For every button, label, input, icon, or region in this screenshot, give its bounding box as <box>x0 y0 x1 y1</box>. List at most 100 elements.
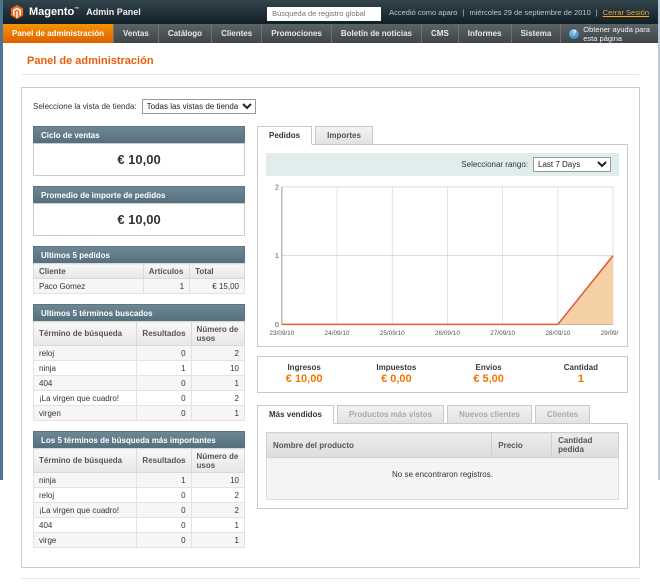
user-info: Accedió como aparo | miércoles 29 de sep… <box>389 8 651 17</box>
svg-text:26/09/10: 26/09/10 <box>435 330 460 337</box>
orders-chart: 01223/09/1024/09/1025/09/1026/09/1027/09… <box>266 182 619 338</box>
store-view-row: Seleccione la vista de tienda: Todas las… <box>33 99 628 114</box>
last-orders-box: Ultimos 5 pedidos Cliente Artículos Tota… <box>33 246 245 294</box>
stat-revenue: Ingresos € 10,00 <box>258 363 350 385</box>
total-cell: € 15,00 <box>190 279 245 294</box>
search-term-row[interactable]: virgen 0 1 <box>34 406 245 421</box>
results-cell: 0 <box>137 503 191 518</box>
main-nav: Panel de administración Ventas Catálogo … <box>3 24 658 43</box>
nav-item-sales[interactable]: Ventas <box>114 24 159 43</box>
orders-chart-wrap: 01223/09/1024/09/1025/09/1026/09/1027/09… <box>266 182 619 338</box>
term-cell: virge <box>34 533 137 548</box>
svg-text:27/09/10: 27/09/10 <box>490 330 515 337</box>
results-cell: 0 <box>137 406 191 421</box>
search-term-row[interactable]: reloj 0 2 <box>34 488 245 503</box>
uses-cell: 10 <box>191 361 244 376</box>
tab-orders[interactable]: Pedidos <box>257 126 312 145</box>
separator: | <box>462 8 464 17</box>
svg-text:1: 1 <box>275 253 279 260</box>
table-header-row: Término de búsqueda Resultados Número de… <box>34 322 245 346</box>
svg-text:28/09/10: 28/09/10 <box>545 330 570 337</box>
box-title: Ciclo de ventas <box>33 126 245 143</box>
empty-message: No se encontraron registros. <box>267 458 619 500</box>
page-title: Panel de administración <box>27 55 658 67</box>
tab-bestsellers[interactable]: Más vendidos <box>257 405 334 424</box>
table-header-row: Término de búsqueda Resultados Número de… <box>34 449 245 473</box>
search-term-row[interactable]: ninja 1 10 <box>34 473 245 488</box>
col-uses: Número de usos <box>191 449 244 473</box>
col-items: Artículos <box>143 264 189 279</box>
box-title: Ultimos 5 términos buscados <box>33 304 245 321</box>
uses-cell: 1 <box>191 518 244 533</box>
tab-amounts[interactable]: Importes <box>315 126 373 145</box>
brand-name: Magento™ <box>29 6 79 18</box>
term-cell: ninja <box>34 473 137 488</box>
nav-item-system[interactable]: Sistema <box>512 24 562 43</box>
average-orders-box: Promedio de importe de pedidos € 10,00 <box>33 186 245 236</box>
col-results: Resultados <box>137 449 191 473</box>
col-term: Término de búsqueda <box>34 322 137 346</box>
average-orders-value: € 10,00 <box>33 203 245 236</box>
global-search-input[interactable] <box>267 7 381 21</box>
term-cell: 404 <box>34 376 137 391</box>
svg-text:25/09/10: 25/09/10 <box>380 330 405 337</box>
store-view-select[interactable]: Todas las vistas de tienda <box>142 99 256 114</box>
nav-item-cms[interactable]: CMS <box>422 24 459 43</box>
col-qty-ordered: Cantidad pedida <box>552 433 619 458</box>
box-title: Los 5 términos de búsqueda más important… <box>33 431 245 448</box>
stat-label: Impuestos <box>350 363 442 372</box>
browser-window: Magento™ Admin Panel Accedió como aparo … <box>0 0 660 480</box>
nav-item-dashboard[interactable]: Panel de administración <box>3 24 114 43</box>
range-select[interactable]: Last 7 Days <box>533 157 611 172</box>
tab-most-viewed[interactable]: Productos más vistos <box>337 405 444 424</box>
term-cell: ¡La virgen que cuadro! <box>34 391 137 406</box>
customer-cell: Paco Gomez <box>34 279 144 294</box>
stat-value: € 5,00 <box>443 373 535 385</box>
stat-label: Envios <box>443 363 535 372</box>
nav-item-catalog[interactable]: Catálogo <box>159 24 212 43</box>
current-date: miércoles 29 de septiembre de 2010 <box>469 8 590 17</box>
nav-item-reports[interactable]: Informes <box>459 24 512 43</box>
left-column: Ciclo de ventas € 10,00 Promedio de impo… <box>33 126 245 558</box>
search-term-row[interactable]: ninja 1 10 <box>34 361 245 376</box>
totals-box: Ingresos € 10,00 Impuestos € 0,00 Envios… <box>257 356 628 393</box>
svg-text:29/09/10: 29/09/10 <box>601 330 619 337</box>
results-cell: 0 <box>137 346 191 361</box>
nav-item-promotions[interactable]: Promociones <box>262 24 332 43</box>
svg-text:23/09/10: 23/09/10 <box>269 330 294 337</box>
search-term-row[interactable]: virge 0 1 <box>34 533 245 548</box>
grid-tabs: Más vendidos Productos más vistos Nuevos… <box>257 405 628 424</box>
search-term-row[interactable]: 404 0 1 <box>34 518 245 533</box>
search-term-row[interactable]: ¡La virgen que cuadro! 0 2 <box>34 503 245 518</box>
app-header: Magento™ Admin Panel Accedió como aparo … <box>3 0 658 24</box>
term-cell: 404 <box>34 518 137 533</box>
table-header-row: Nombre del producto Precio Cantidad pedi… <box>267 433 619 458</box>
search-term-row[interactable]: ¡La virgen que cuadro! 0 2 <box>34 391 245 406</box>
store-view-label: Seleccione la vista de tienda: <box>33 102 137 111</box>
nav-item-newsletter[interactable]: Boletín de noticias <box>332 24 422 43</box>
tab-customers[interactable]: Clientes <box>535 405 590 424</box>
uses-cell: 1 <box>191 406 244 421</box>
stat-value: € 0,00 <box>350 373 442 385</box>
svg-text:2: 2 <box>275 184 279 191</box>
products-grid-panel: Nombre del producto Precio Cantidad pedi… <box>257 423 628 509</box>
help-icon: ? <box>569 29 579 39</box>
search-term-row[interactable]: 404 0 1 <box>34 376 245 391</box>
term-cell: reloj <box>34 488 137 503</box>
order-row[interactable]: Paco Gomez 1 € 15,00 <box>34 279 245 294</box>
tab-new-customers[interactable]: Nuevos clientes <box>447 405 532 424</box>
stat-value: 1 <box>535 373 627 385</box>
nav-item-customers[interactable]: Clientes <box>212 24 262 43</box>
logout-link[interactable]: Cerrar Sesión <box>603 8 649 17</box>
range-bar: Seleccionar rango: Last 7 Days <box>266 153 619 176</box>
uses-cell: 2 <box>191 346 244 361</box>
search-term-row[interactable]: reloj 0 2 <box>34 346 245 361</box>
col-customer: Cliente <box>34 264 144 279</box>
svg-text:24/09/10: 24/09/10 <box>325 330 350 337</box>
help-link[interactable]: ? Obtener ayuda para esta página <box>561 24 658 43</box>
lifetime-sales-box: Ciclo de ventas € 10,00 <box>33 126 245 176</box>
term-cell: ninja <box>34 361 137 376</box>
term-cell: virgen <box>34 406 137 421</box>
separator: | <box>596 8 598 17</box>
product-name: Admin Panel <box>86 7 141 17</box>
